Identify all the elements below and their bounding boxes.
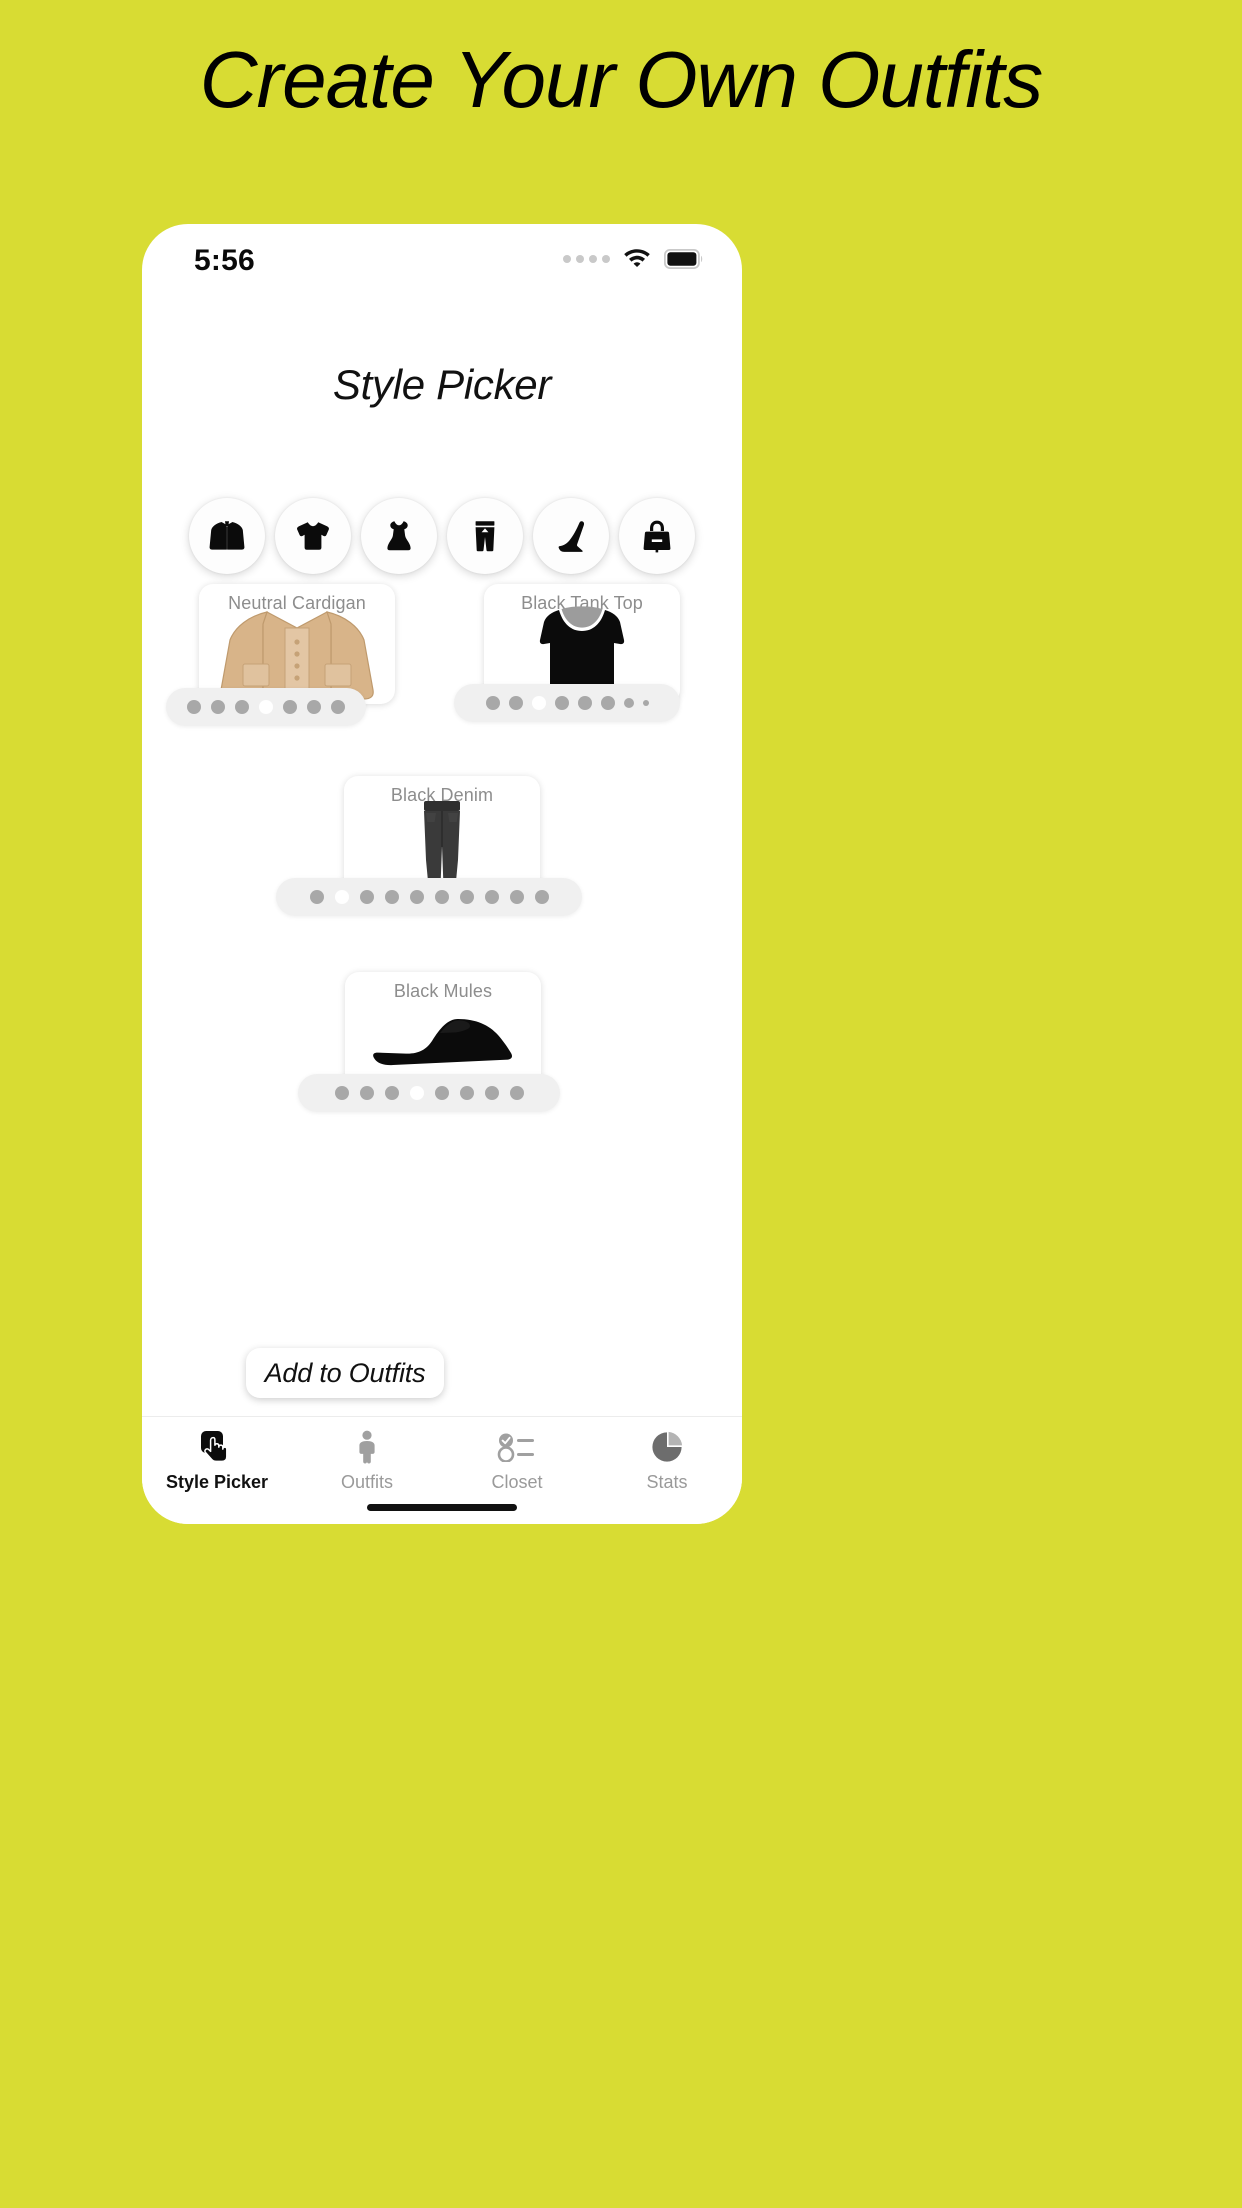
pagination-dot[interactable] <box>359 890 374 904</box>
category-chip-tops[interactable] <box>275 498 351 574</box>
pagination-dot-active[interactable] <box>531 696 546 710</box>
heel-shoe-icon <box>551 516 591 556</box>
pagination-dot[interactable] <box>283 700 297 714</box>
tab-outfits[interactable]: Outfits <box>292 1429 442 1493</box>
item-card[interactable]: Neutral Cardigan <box>199 584 395 704</box>
pagination-dot[interactable] <box>485 696 500 710</box>
category-chip-bags[interactable] <box>619 498 695 574</box>
item-slot-bottom: Black Denim <box>276 776 608 926</box>
person-icon <box>353 1429 381 1465</box>
pagination-dot[interactable] <box>459 1086 474 1100</box>
category-chip-shoes[interactable] <box>533 498 609 574</box>
pagination-dots[interactable] <box>166 688 366 726</box>
battery-full-icon <box>664 249 704 269</box>
category-chip-bottoms[interactable] <box>447 498 523 574</box>
status-bar-indicators <box>563 246 704 272</box>
pagination-dot[interactable] <box>577 696 592 710</box>
jacket-icon <box>207 516 247 556</box>
pagination-dots[interactable] <box>298 1074 560 1112</box>
pagination-dot[interactable] <box>459 890 474 904</box>
pagination-dot[interactable] <box>509 1086 524 1100</box>
pagination-dot[interactable] <box>434 890 449 904</box>
pagination-dot[interactable] <box>508 696 523 710</box>
category-chip-dresses[interactable] <box>361 498 437 574</box>
pagination-dot[interactable] <box>384 1086 399 1100</box>
pie-chart-icon <box>651 1429 683 1465</box>
pagination-dot[interactable] <box>509 890 524 904</box>
tab-stats[interactable]: Stats <box>592 1429 742 1493</box>
pagination-dot[interactable] <box>484 1086 499 1100</box>
pants-icon <box>465 516 505 556</box>
pagination-dot[interactable] <box>384 890 399 904</box>
home-indicator <box>367 1504 517 1511</box>
add-to-outfits-button[interactable]: Add to Outfits <box>246 1348 444 1398</box>
item-slot-top: Black Tank Top <box>454 584 716 732</box>
pagination-dot[interactable] <box>409 890 424 904</box>
category-filter-row <box>142 498 742 574</box>
tab-label: Style Picker <box>165 1472 269 1492</box>
pagination-dot-active[interactable] <box>334 890 349 904</box>
pagination-dot[interactable] <box>554 696 569 710</box>
tab-closet[interactable]: Closet <box>442 1429 592 1493</box>
pagination-dot[interactable] <box>334 1086 349 1100</box>
pagination-dot[interactable] <box>211 700 225 714</box>
promo-headline: Create Your Own Outfits <box>199 35 1044 124</box>
item-slot-shoes: Black Mules <box>298 972 588 1122</box>
item-slot-outerwear: Neutral Cardigan <box>166 584 428 732</box>
pagination-dots[interactable] <box>276 878 582 916</box>
pagination-dot-active[interactable] <box>259 700 273 714</box>
tab-style-picker[interactable]: Style Picker <box>142 1429 292 1493</box>
pagination-dot[interactable] <box>623 698 634 708</box>
pagination-dot[interactable] <box>307 700 321 714</box>
pagination-dot[interactable] <box>235 700 249 714</box>
pagination-dot[interactable] <box>642 700 649 706</box>
tab-label: Closet <box>491 1472 543 1492</box>
tab-label: Outfits <box>340 1472 393 1492</box>
status-bar: 5:56 <box>142 224 742 298</box>
pagination-dots[interactable] <box>454 684 680 722</box>
handbag-icon <box>637 516 677 556</box>
pagination-dot[interactable] <box>534 890 549 904</box>
signal-dots-icon <box>563 255 610 263</box>
dress-icon <box>379 516 419 556</box>
pagination-dot[interactable] <box>600 696 615 710</box>
phone-mockup: 5:56 Style Picker Neutral Cardigan Black… <box>142 224 742 1524</box>
pagination-dot[interactable] <box>359 1086 374 1100</box>
pagination-dot-active[interactable] <box>409 1086 424 1100</box>
pagination-dot[interactable] <box>331 700 345 714</box>
tap-hand-icon <box>200 1429 234 1465</box>
wifi-icon <box>623 246 651 272</box>
pagination-dot[interactable] <box>187 700 201 714</box>
tab-label: Stats <box>646 1472 688 1492</box>
pagination-dot[interactable] <box>484 890 499 904</box>
checklist-icon <box>497 1429 537 1465</box>
pagination-dot[interactable] <box>309 890 324 904</box>
pagination-dot[interactable] <box>434 1086 449 1100</box>
status-bar-time: 5:56 <box>194 244 255 277</box>
tshirt-icon <box>293 516 333 556</box>
page-title: Style Picker <box>332 361 552 408</box>
category-chip-outerwear[interactable] <box>189 498 265 574</box>
